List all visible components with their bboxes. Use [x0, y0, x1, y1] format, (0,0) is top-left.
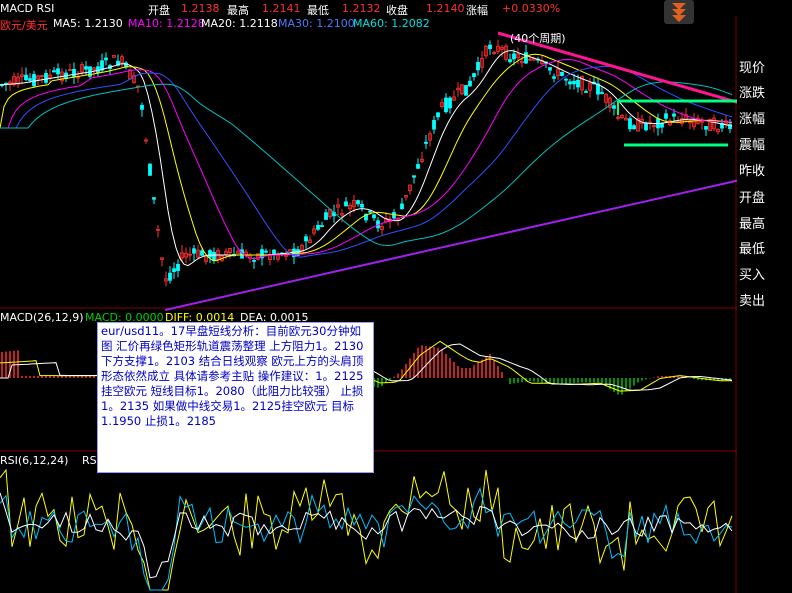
candle-body — [444, 97, 448, 113]
candle-body — [568, 81, 572, 85]
ma10-value: MA10: 1.2128 — [128, 17, 205, 30]
sidebar-item-amplitude[interactable]: 震幅 — [739, 134, 789, 153]
candle-body — [168, 272, 172, 281]
symbol-name: 欧元/美元 — [0, 19, 48, 32]
candle-body — [572, 80, 576, 85]
candle-body — [372, 214, 376, 219]
sidebar-item-change[interactable]: 涨跌 — [739, 82, 789, 101]
candle-body — [200, 250, 204, 256]
candle-body — [252, 260, 256, 262]
candle-body — [660, 123, 664, 128]
macd-title: MACD(26,12,9) — [0, 311, 84, 324]
candle-body — [44, 72, 48, 83]
chart-area[interactable]: (40个周期) — [0, 0, 737, 593]
sidebar-item-low[interactable]: 最低 — [739, 238, 789, 257]
candle-body — [316, 224, 320, 230]
sidebar-item-open[interactable]: 开盘 — [739, 187, 789, 206]
candle-body — [664, 113, 668, 119]
candle-body — [508, 59, 512, 63]
candle-body — [424, 141, 428, 144]
candle-body — [416, 164, 420, 169]
candle-body — [176, 263, 180, 272]
candle-body — [584, 91, 588, 93]
moving-average-lines — [0, 50, 733, 267]
candle-body — [84, 66, 88, 70]
candle-body — [552, 76, 556, 79]
candle-body — [704, 126, 708, 130]
candle-body — [600, 92, 604, 94]
candle-body — [432, 119, 436, 130]
ma-line — [0, 65, 733, 258]
candle-body — [192, 248, 196, 254]
ma20-value: MA20: 1.2118 — [201, 17, 278, 30]
candle-body — [412, 175, 416, 178]
candle-body — [576, 79, 580, 88]
candle-body — [72, 68, 76, 77]
ma60-value: MA60: 1.2082 — [353, 17, 430, 30]
candle-body — [472, 73, 476, 78]
candle-body — [148, 163, 152, 176]
candle-body — [56, 68, 60, 75]
candle-body — [152, 197, 156, 200]
ma-line — [0, 53, 733, 262]
sidebar-item-current-price[interactable]: 现价 — [739, 57, 789, 76]
candle-body — [464, 85, 468, 96]
candle-body — [672, 113, 676, 117]
candle-body — [212, 251, 216, 262]
candle-body — [360, 203, 364, 208]
candle-body — [548, 67, 552, 71]
rsi-line — [0, 492, 733, 579]
ma30-value: MA30: 1.2100 — [278, 17, 355, 30]
candle-body — [344, 201, 348, 207]
candle-body — [400, 203, 404, 210]
candle-body — [304, 236, 308, 242]
candle-body — [512, 53, 516, 60]
price-candles — [0, 39, 732, 287]
candle-body — [476, 62, 480, 71]
candle-body — [320, 225, 324, 227]
ma-line — [0, 58, 733, 260]
sidebar-item-change-pct[interactable]: 涨幅 — [739, 108, 789, 127]
sidebar-item-bid[interactable]: 买入 — [739, 264, 789, 283]
sidebar-item-ask[interactable]: 卖出 — [739, 290, 789, 309]
candle-body — [488, 44, 492, 50]
candle-body — [368, 210, 372, 213]
candle-body — [564, 78, 568, 81]
ma-line — [0, 50, 733, 267]
candle-body — [644, 122, 648, 131]
candle-body — [104, 57, 108, 61]
candle-body — [436, 112, 440, 118]
candle-body — [52, 70, 56, 73]
ma5-value: MA5: 1.2130 — [53, 17, 123, 30]
candle-body — [172, 268, 176, 272]
rsi-chart — [0, 468, 733, 591]
candle-body — [524, 52, 528, 64]
candle-body — [560, 71, 564, 76]
candle-body — [272, 249, 276, 255]
rsi-title: RSI(6,12,24) — [0, 454, 69, 467]
sidebar-item-prev-close[interactable]: 昨收 — [739, 160, 789, 179]
candle-body — [32, 74, 36, 87]
candle-body — [448, 97, 452, 109]
candle-body — [24, 74, 28, 81]
candle-body — [140, 104, 144, 110]
sidebar-item-high[interactable]: 最高 — [739, 213, 789, 232]
quote-sidebar: 现价 涨跌 涨幅 震幅 昨收 开盘 最高 最低 买入 卖出 — [737, 0, 792, 593]
period-annotation: (40个周期) — [510, 32, 566, 45]
candle-body — [356, 200, 360, 205]
candle-body — [628, 118, 632, 130]
candle-body — [208, 250, 212, 258]
candle-body — [632, 125, 636, 130]
candle-body — [612, 105, 616, 109]
candle-body — [264, 250, 268, 253]
candle-body — [28, 78, 32, 81]
candle-body — [324, 212, 328, 220]
analysis-note: eur/usd11。17早盘短线分析：目前欧元30分钟如图 汇价再绿色矩形轨道震… — [97, 322, 374, 473]
candle-body — [468, 80, 472, 87]
